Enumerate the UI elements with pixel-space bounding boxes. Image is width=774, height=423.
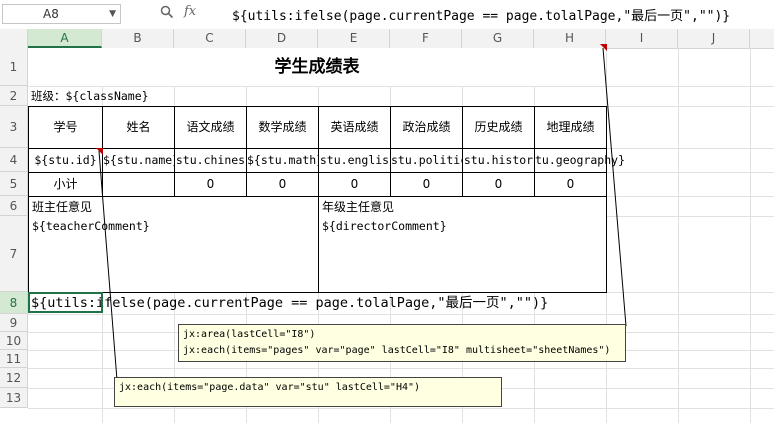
each-comment-text: jx:each(items="page.data" var="stu" last… [119,382,421,393]
area-comment-line1: jx:area(lastCell="I8") [183,329,316,340]
area-comment-line2: jx:each(items="pages" var="page" lastCel… [183,345,611,356]
area-comment-note[interactable]: jx:area(lastCell="I8") jx:each(items="pa… [178,324,626,362]
each-comment-note[interactable]: jx:each(items="page.data" var="stu" last… [114,377,502,407]
